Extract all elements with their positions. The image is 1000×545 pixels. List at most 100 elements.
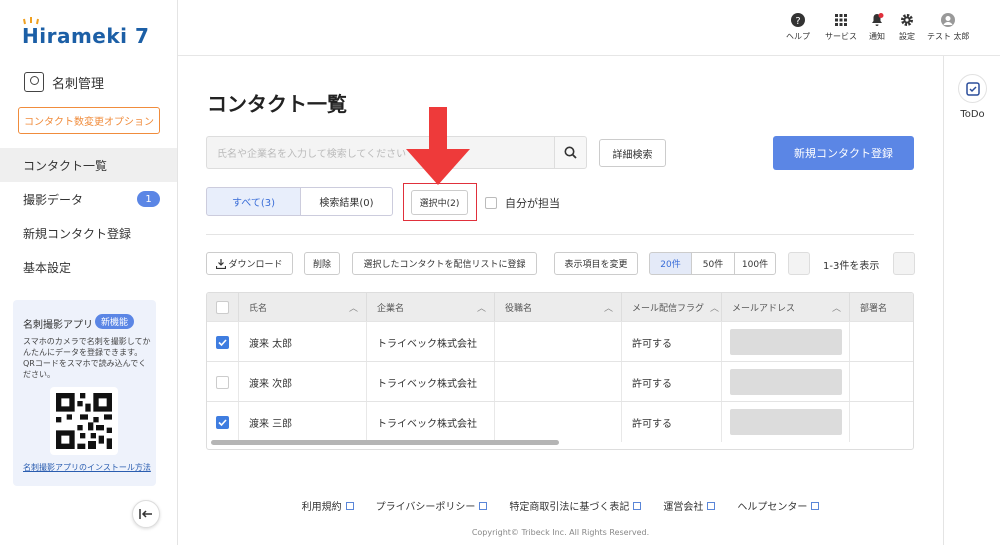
settings-menu[interactable]: 設定: [899, 13, 915, 42]
sort-icon: ︿: [831, 304, 841, 314]
sidebar-item-new-contact[interactable]: 新規コンタクト登録: [0, 216, 177, 250]
contact-option-button[interactable]: コンタクト数変更オプション: [18, 107, 160, 134]
collapse-sidebar-button[interactable]: [132, 500, 160, 528]
cell-company: トライベック株式会社: [367, 402, 495, 442]
sort-icon: ︿: [709, 304, 719, 314]
cell-name[interactable]: 渡来 次郎: [239, 362, 367, 402]
my-contacts-filter[interactable]: 自分が担当: [485, 195, 560, 211]
checkbox-todo-icon: [965, 81, 980, 96]
column-header-department[interactable]: 部署名: [850, 293, 913, 322]
module-title-label: 名刺管理: [52, 76, 105, 92]
cell-name[interactable]: 渡来 太郎: [239, 322, 367, 362]
advanced-search-button[interactable]: 詳細検索: [599, 139, 666, 167]
column-header-email[interactable]: メールアドレス ︿: [722, 293, 850, 322]
gear-icon: [901, 14, 913, 26]
services-menu[interactable]: サービス: [825, 13, 857, 42]
search-button[interactable]: [554, 136, 587, 169]
change-columns-button[interactable]: 表示項目を変更: [554, 252, 638, 275]
cell-email: [722, 362, 850, 402]
footer-link-terms[interactable]: 利用規約: [302, 498, 354, 513]
sort-icon: ︿: [348, 304, 358, 314]
column-header-mail-flag[interactable]: メール配信フラグ ︿: [622, 293, 722, 322]
module-title: 名刺管理: [24, 72, 104, 92]
search-input[interactable]: 氏名や企業名を入力して検索してください: [206, 136, 555, 169]
delete-button[interactable]: 削除: [304, 252, 340, 275]
sidebar-item-label: コンタクト一覧: [23, 158, 108, 173]
page-size-50[interactable]: 50件: [691, 252, 735, 275]
my-contacts-checkbox[interactable]: [485, 197, 497, 209]
qr-code-icon: [50, 387, 118, 455]
table-row[interactable]: 渡来 三郎 トライベック株式会社 許可する: [207, 401, 913, 442]
sidebar: Hirameki 7 名刺管理 コンタクト数変更オプション コンタクト一覧 撮影…: [0, 0, 178, 545]
app-promo-card: 名刺撮影アプリ 新機能 スマホのカメラで名刺を撮影してかんたんにデータを登録でき…: [13, 300, 156, 486]
footer-link-help-center[interactable]: ヘルプセンター: [737, 498, 820, 513]
todo-button[interactable]: [958, 74, 987, 103]
page-size-20[interactable]: 20件: [649, 252, 692, 275]
tab-search-results[interactable]: 検索結果(0): [300, 187, 393, 216]
cell-mail-flag: 許可する: [622, 322, 722, 362]
column-header-title[interactable]: 役職名 ︿: [495, 293, 622, 322]
cell-name[interactable]: 渡来 三郎: [239, 402, 367, 442]
horizontal-scrollbar[interactable]: [211, 440, 559, 445]
footer-link-privacy[interactable]: プライバシーポリシー: [376, 498, 488, 513]
collapse-left-icon: [139, 509, 152, 519]
column-header-company[interactable]: 企業名 ︿: [367, 293, 495, 322]
sort-icon: ︿: [476, 304, 486, 314]
todo-label: ToDo: [960, 109, 985, 120]
annotation-highlight-box: [403, 183, 477, 221]
svg-text:?: ?: [795, 16, 800, 27]
promo-install-link[interactable]: 名刺撮影アプリのインストール方法: [23, 462, 151, 473]
user-menu[interactable]: テスト 太郎: [927, 13, 970, 42]
sidebar-item-label: 基本設定: [23, 260, 72, 275]
external-link-icon: [707, 501, 716, 510]
promo-text: スマホのカメラで名刺を撮影してかんたんにデータを登録できます。QRコードをスマホ…: [23, 337, 151, 379]
help-label: ヘルプ: [786, 32, 810, 41]
table-row[interactable]: 渡来 太郎 トライベック株式会社 許可する: [207, 321, 913, 362]
redacted-email: [730, 329, 842, 355]
check-icon: [218, 418, 227, 426]
result-count: 1-3件を表示: [823, 261, 880, 272]
sidebar-item-photo-data[interactable]: 撮影データ 1: [0, 182, 177, 216]
page-size-100[interactable]: 100件: [734, 252, 776, 275]
select-all-header[interactable]: [207, 293, 239, 322]
table-row[interactable]: 渡来 次郎 トライベック株式会社 許可する: [207, 361, 913, 402]
annotation-arrow-down-icon: [406, 107, 470, 185]
download-label: ダウンロード: [228, 260, 283, 270]
cell-email: [722, 322, 850, 362]
select-all-checkbox[interactable]: [216, 301, 229, 314]
sidebar-item-contact-list[interactable]: コンタクト一覧: [0, 148, 177, 182]
cell-title: [495, 402, 622, 442]
right-panel: ToDo: [943, 56, 1000, 545]
sidebar-item-label: 撮影データ: [23, 192, 84, 207]
add-to-list-button[interactable]: 選択したコンタクトを配信リストに登録: [352, 252, 537, 275]
promo-title: 名刺撮影アプリ: [23, 320, 93, 331]
row-checkbox[interactable]: [216, 335, 229, 349]
download-button[interactable]: ダウンロード: [206, 252, 293, 275]
cell-mail-flag: 許可する: [622, 402, 722, 442]
row-checkbox[interactable]: [216, 375, 229, 389]
new-contact-button[interactable]: 新規コンタクト登録: [773, 136, 914, 170]
my-contacts-label: 自分が担当: [505, 197, 560, 210]
cell-department: [850, 322, 913, 362]
tab-all[interactable]: すべて(3): [206, 187, 301, 216]
next-page-button[interactable]: [893, 252, 915, 275]
row-checkbox[interactable]: [216, 415, 229, 429]
notifications-menu[interactable]: 通知: [869, 13, 885, 42]
help-menu[interactable]: ? ヘルプ: [786, 13, 810, 42]
contacts-table: 氏名 ︿ 企業名 ︿ 役職名 ︿ メール配信フラグ ︿ メールアドレス ︿ 部署名 渡来 …: [206, 292, 914, 450]
cell-company: トライベック株式会社: [367, 362, 495, 402]
external-link-icon: [811, 501, 820, 510]
footer-link-commerce[interactable]: 特定商取引法に基づく表記: [509, 498, 642, 513]
topbar: ? ヘルプ サービス 通知 設定 テスト 太郎: [178, 0, 1000, 56]
footer-link-company[interactable]: 運営会社: [663, 498, 716, 513]
app-logo[interactable]: Hirameki 7: [22, 24, 149, 48]
sidebar-item-basic-settings[interactable]: 基本設定: [0, 250, 177, 284]
prev-page-button[interactable]: [788, 252, 810, 275]
sort-icon: ︿: [603, 304, 613, 314]
services-label: サービス: [825, 32, 857, 41]
count-badge: 1: [137, 191, 160, 207]
cell-mail-flag: 許可する: [622, 362, 722, 402]
user-avatar-icon: [941, 13, 956, 27]
redacted-email: [730, 409, 842, 435]
column-header-name[interactable]: 氏名 ︿: [239, 293, 367, 322]
